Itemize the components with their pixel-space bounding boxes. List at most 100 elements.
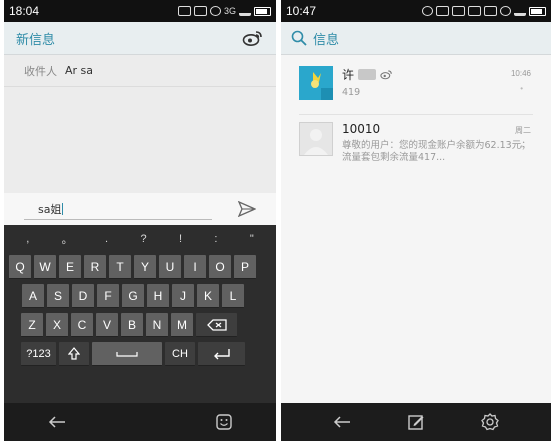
key-row-3: Z X C V B N M <box>4 313 276 340</box>
key[interactable]: Y <box>134 255 156 279</box>
key[interactable]: P <box>234 255 256 279</box>
key[interactable]: B <box>121 313 143 337</box>
search-placeholder: 信息 <box>313 32 340 48</box>
key[interactable]: X <box>46 313 68 337</box>
key[interactable]: N <box>146 313 168 337</box>
status-bar: 10:47 <box>281 0 551 22</box>
symbol-key[interactable]: ? <box>140 233 146 245</box>
signal-icon <box>239 6 251 16</box>
soft-keyboard: , 。 . ? ! : " Q W E R T Y U I O P A S D … <box>4 225 276 403</box>
recipient-field[interactable]: 收件人 Ar sa <box>4 55 276 87</box>
contact-name-text: 10010 <box>342 122 381 136</box>
key-row-2: A S D F G H J K L <box>4 284 276 311</box>
key[interactable]: M <box>171 313 193 337</box>
key[interactable]: W <box>34 255 56 279</box>
message-time: 周二 <box>515 126 531 135</box>
weibo-icon[interactable] <box>242 29 264 47</box>
default-avatar-icon <box>300 123 332 155</box>
key[interactable]: T <box>109 255 131 279</box>
symbol-suggestion-row: , 。 . ? ! : " <box>4 225 276 253</box>
conversation-body: 10010 尊敬的用户：您的现金账户余额为62.13元；流量套包剩余流量417.… <box>342 122 533 164</box>
key[interactable]: F <box>97 284 119 308</box>
enter-key[interactable] <box>198 342 245 366</box>
key[interactable]: D <box>72 284 94 308</box>
chat-notification-icon <box>422 6 433 16</box>
symbols-key[interactable]: ?123 <box>21 342 56 366</box>
space-icon <box>116 351 138 357</box>
avatar <box>299 66 333 100</box>
symbol-key[interactable]: , <box>26 233 29 245</box>
usb-icon <box>452 6 465 16</box>
key[interactable]: L <box>222 284 244 308</box>
key[interactable]: I <box>184 255 206 279</box>
symbol-key[interactable]: . <box>105 233 108 245</box>
key[interactable]: H <box>147 284 169 308</box>
message-text: sa姐 <box>38 202 62 216</box>
phone-compose-screen: 18:04 3G 新信息 收件人 Ar sa sa姐 , 。 . ? !: "… <box>4 0 276 441</box>
conversation-item[interactable]: 10010 尊敬的用户：您的现金账户余额为62.13元；流量套包剩余流量417.… <box>281 115 551 167</box>
key[interactable]: Q <box>9 255 31 279</box>
symbol-key[interactable]: ! <box>179 233 182 245</box>
key[interactable]: Z <box>21 313 43 337</box>
page-title: 新信息 <box>16 32 56 48</box>
text-cursor <box>62 202 64 215</box>
navigation-bar <box>281 403 551 441</box>
key[interactable]: K <box>197 284 219 308</box>
key-row-1: Q W E R T Y U I O P <box>4 255 276 282</box>
search-icon <box>291 30 307 46</box>
settings-icon[interactable] <box>480 413 499 431</box>
delete-icon <box>206 318 227 331</box>
notification-icon <box>177 6 191 16</box>
send-icon[interactable] <box>238 201 256 217</box>
key[interactable]: E <box>59 255 81 279</box>
menu-dot[interactable]: • <box>511 84 523 93</box>
language-key[interactable]: CH <box>165 342 195 366</box>
network-type: 3G <box>223 6 236 16</box>
message-preview: 419 <box>342 87 361 98</box>
back-icon[interactable] <box>48 416 66 428</box>
key[interactable]: J <box>172 284 194 308</box>
message-input[interactable]: sa姐 <box>24 198 212 220</box>
delete-key[interactable] <box>196 313 237 337</box>
message-notification-icon <box>468 6 481 16</box>
key[interactable]: A <box>22 284 44 308</box>
recipient-label: 收件人 <box>24 64 57 78</box>
shift-key[interactable] <box>59 342 89 366</box>
message-time: 10:46 <box>510 69 531 78</box>
compose-icon[interactable] <box>408 414 424 430</box>
compose-bar: sa姐 <box>4 193 276 225</box>
key-row-4: ?123 CH <box>4 342 276 369</box>
symbol-key[interactable]: " <box>250 233 254 245</box>
conversation-meta: 10:46 • <box>511 69 531 93</box>
key[interactable]: C <box>71 313 93 337</box>
avatar-image <box>299 66 333 100</box>
space-key[interactable] <box>92 342 162 366</box>
search-bar[interactable]: 信息 <box>281 22 551 55</box>
emoji-icon[interactable] <box>216 414 232 430</box>
key[interactable]: O <box>209 255 231 279</box>
key[interactable]: S <box>47 284 69 308</box>
recipient-value: Ar sa <box>65 64 94 77</box>
battery-icon <box>254 6 271 16</box>
status-time: 10:47 <box>286 4 317 18</box>
back-icon[interactable] <box>333 416 351 428</box>
contact-name: 许 <box>342 66 533 83</box>
conversation-item[interactable]: 许 419 10:46 • <box>281 59 551 115</box>
shift-icon <box>68 347 80 360</box>
key[interactable]: V <box>96 313 118 337</box>
key[interactable]: G <box>122 284 144 308</box>
avatar <box>299 122 333 156</box>
qr-notification-icon <box>436 6 449 16</box>
enter-icon <box>213 348 230 359</box>
screenshot: 18:04 3G 新信息 收件人 Ar sa sa姐 , 。 . ? !: "… <box>0 0 555 441</box>
status-time: 18:04 <box>9 4 40 18</box>
menu-dot[interactable]: • <box>515 142 523 151</box>
status-icons <box>422 6 546 16</box>
symbol-key[interactable]: 。 <box>62 231 73 247</box>
contact-name: 10010 <box>342 122 533 136</box>
symbol-key[interactable]: : <box>214 233 217 245</box>
phone-inbox-screen: 10:47 信息 许 419 10:46 • 10010 尊敬的用户：您的现金账… <box>281 0 551 441</box>
key[interactable]: U <box>159 255 181 279</box>
key[interactable]: R <box>84 255 106 279</box>
image-notification-icon <box>193 6 207 16</box>
